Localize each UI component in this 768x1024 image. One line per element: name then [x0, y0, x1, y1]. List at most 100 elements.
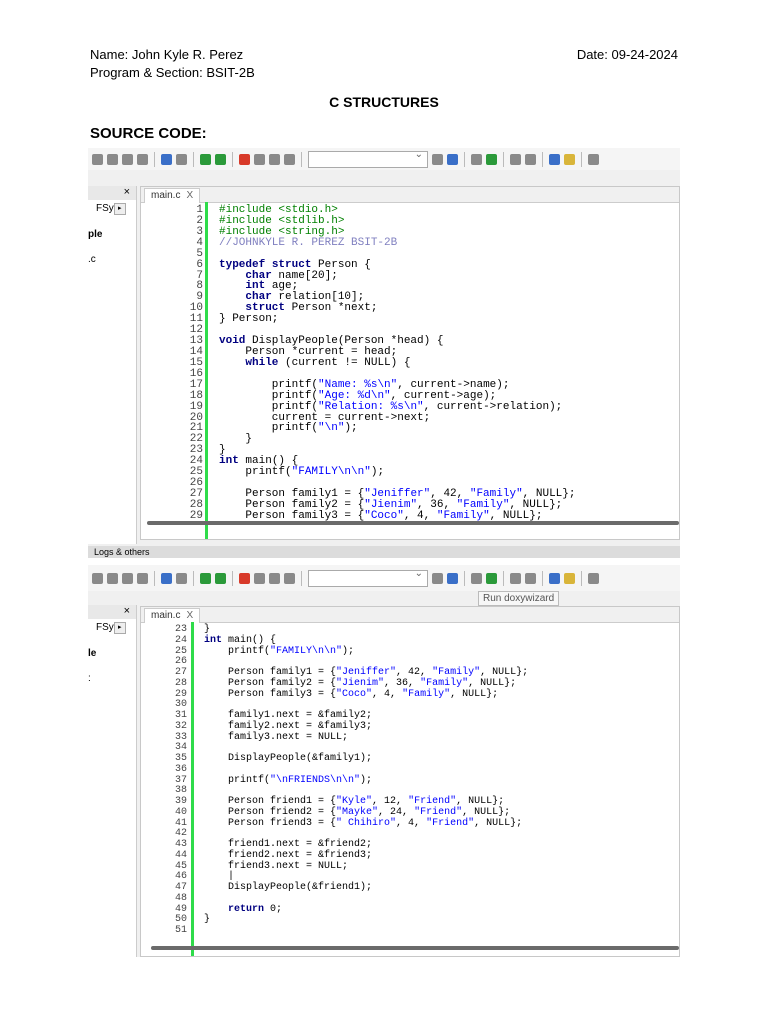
toolbar-separator	[581, 570, 582, 586]
panel-tab-label: FSy	[96, 622, 114, 633]
line-number: 2	[196, 214, 203, 227]
toolbar-button-icon[interactable]	[510, 572, 521, 584]
section-heading: SOURCE CODE:	[90, 125, 207, 142]
changed-lines-bar	[205, 202, 208, 539]
code-editor[interactable]: main.c X 23} 24 int main() {25 printf("FAMI…	[140, 606, 680, 957]
code-text: family2.next = &family3;	[204, 720, 373, 732]
toolbar-button-icon[interactable]	[176, 572, 187, 584]
toolbar-button-icon[interactable]	[471, 153, 482, 165]
editor-tabbar: main.c X	[141, 187, 679, 203]
project-item[interactable]: le	[88, 648, 136, 659]
toolbar-separator	[232, 151, 233, 167]
tab-scroll-arrow-icon[interactable]: ▸	[113, 203, 126, 215]
toolbar-button-icon[interactable]	[200, 153, 211, 165]
toolbar-button-icon[interactable]	[471, 572, 482, 584]
code-text: typedef struct Person {	[219, 258, 371, 271]
toolbar-button-icon[interactable]	[588, 153, 599, 165]
toolbar-button-icon[interactable]	[588, 572, 599, 584]
close-tab-icon[interactable]: X	[186, 190, 193, 201]
tab-main-c[interactable]: main.c X	[144, 188, 201, 203]
toolbar-button-icon[interactable]	[176, 153, 187, 165]
toolbar-separator	[154, 151, 155, 167]
tooltip: Run doxywizard	[478, 591, 560, 606]
toolbar-button-icon[interactable]	[215, 153, 226, 165]
toolbar-button-icon[interactable]	[200, 572, 211, 584]
line-number: 51	[174, 925, 187, 936]
toolbar-separator	[542, 151, 543, 167]
toolbar-button-icon[interactable]	[432, 572, 443, 584]
code-text: DisplayPeople(&friend1);	[204, 882, 373, 893]
toolbar-button-icon[interactable]	[137, 572, 148, 584]
toolbar-button-icon[interactable]	[269, 572, 280, 584]
toolbar-button-icon[interactable]	[447, 153, 458, 165]
toolbar-dropdown[interactable]	[308, 568, 428, 587]
horizontal-scrollbar[interactable]	[151, 946, 679, 950]
file-item[interactable]: .c	[88, 254, 136, 265]
tab-scroll-arrow-icon[interactable]: ▸	[113, 622, 126, 634]
code-text: //JOHNKYLE R. PEREZ BSIT-2B	[219, 236, 398, 249]
toolbar-button-icon[interactable]	[510, 153, 521, 165]
date: Date: 09-24-2024	[576, 47, 678, 62]
line-number: 28	[174, 677, 187, 689]
toolbar-button-icon[interactable]	[486, 153, 497, 165]
toolbar-separator	[464, 570, 465, 586]
changed-lines-bar	[191, 622, 194, 956]
close-tab-icon[interactable]: X	[186, 610, 193, 621]
ide-screenshot-2: Run doxywizard × FSy▸ le : main.cX 23}24…	[88, 565, 680, 957]
project-item[interactable]: ple	[88, 229, 136, 240]
toolbar-button-icon[interactable]	[432, 153, 443, 165]
toolbar-button-icon[interactable]	[284, 153, 295, 165]
toolbar-button-icon[interactable]	[92, 572, 103, 584]
toolbar-button-icon[interactable]	[549, 153, 560, 165]
toolbar-button-icon[interactable]	[254, 153, 265, 165]
tab-main-c[interactable]: main.c X	[144, 608, 201, 623]
toolbar-button-icon[interactable]	[107, 572, 118, 584]
toolbar-separator	[154, 570, 155, 586]
toolbar-button-icon[interactable]	[486, 572, 497, 584]
toolbar-button-icon[interactable]	[122, 572, 133, 584]
toolbar-button-icon[interactable]	[239, 153, 250, 165]
management-panel: × FSy ▸ le :	[88, 605, 137, 957]
line-number: 18	[189, 389, 203, 402]
horizontal-scrollbar[interactable]	[147, 521, 679, 525]
code-text: return 0;	[228, 903, 283, 915]
toolbar-button-icon[interactable]	[284, 572, 295, 584]
panel-close-icon[interactable]: ×	[88, 605, 136, 619]
logs-panel-header[interactable]: Logs & others	[88, 546, 680, 558]
toolbar-button-icon[interactable]	[525, 153, 536, 165]
line-number: 24	[174, 634, 187, 646]
toolbar-button-icon[interactable]	[239, 572, 250, 584]
toolbar-button-icon[interactable]	[92, 153, 103, 165]
toolbar-button-icon[interactable]	[107, 153, 118, 165]
toolbar-button-icon[interactable]	[254, 572, 265, 584]
panel-close-icon[interactable]: ×	[88, 186, 136, 200]
code-editor[interactable]: main.c X 1 #include <stdio.h> 2 #include <st…	[140, 186, 680, 540]
toolbar-button-icon[interactable]	[564, 572, 575, 584]
toolbar-button-icon[interactable]	[161, 572, 172, 584]
line-number: 40	[174, 806, 187, 818]
management-panel: × FSy ▸ ple .c	[88, 186, 137, 544]
toolbar-separator	[301, 151, 302, 167]
toolbar-button-icon[interactable]	[269, 153, 280, 165]
line-number: 48	[174, 892, 187, 904]
code-text: int main() {	[204, 634, 277, 646]
toolbar-button-icon[interactable]	[549, 572, 560, 584]
panel-tab-label: FSy	[96, 203, 114, 214]
code-text: printf("FAMILY\n\n");	[219, 466, 385, 479]
toolbar-dropdown[interactable]	[308, 149, 428, 168]
panel-tab[interactable]: FSy ▸	[88, 622, 136, 634]
toolbar-button-icon[interactable]	[447, 572, 458, 584]
code-text: } Person;	[219, 313, 279, 326]
toolbar-button-icon[interactable]	[137, 153, 148, 165]
code-text: Person family3 = {"Coco", 4, "Family", N…	[204, 688, 499, 700]
toolbar-button-icon[interactable]	[525, 572, 536, 584]
line-number: 5	[196, 247, 203, 260]
line-number: 3	[196, 225, 203, 238]
code-text: while (current != NULL) {	[245, 356, 411, 369]
toolbar-button-icon[interactable]	[564, 153, 575, 165]
panel-tab[interactable]: FSy ▸	[88, 203, 136, 215]
toolbar-button-icon[interactable]	[161, 153, 172, 165]
toolbar-button-icon[interactable]	[215, 572, 226, 584]
file-item[interactable]: :	[88, 673, 136, 684]
toolbar-button-icon[interactable]	[122, 153, 133, 165]
